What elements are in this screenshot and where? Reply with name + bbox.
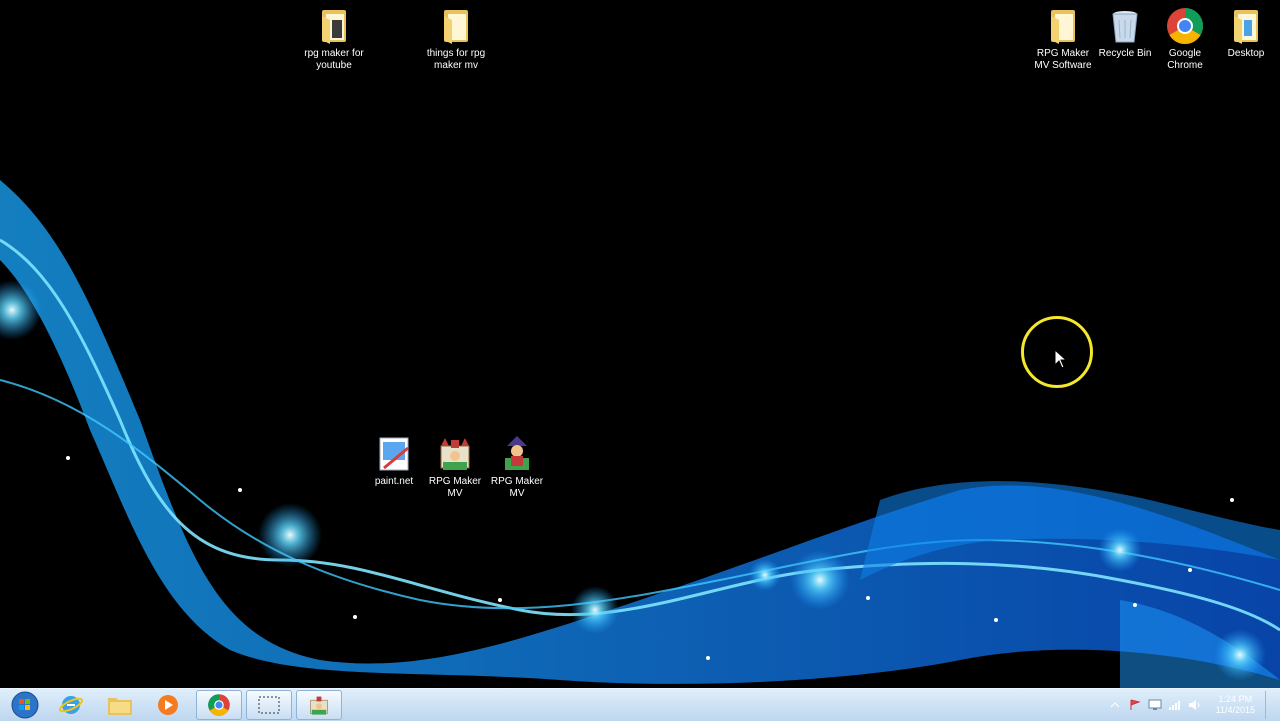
paint-net-icon	[379, 437, 409, 471]
action-center-flag-icon[interactable]	[1128, 699, 1142, 711]
clock-date: 11/4/2015	[1215, 705, 1255, 715]
desktop-icon-things-for-rpg-maker-mv[interactable]: things for rpg maker mv	[424, 6, 488, 72]
network-signal-icon[interactable]	[1168, 699, 1182, 711]
taskbar-rpg-maker-mv[interactable]	[296, 690, 342, 720]
chrome-icon	[208, 694, 230, 716]
folder-icon	[1234, 10, 1258, 44]
taskbar-snipping-tool[interactable]	[246, 690, 292, 720]
desktop-icon-label: RPG Maker MV Software	[1034, 48, 1092, 71]
desktop-icon-label: RPG Maker MV	[428, 476, 482, 499]
clock-time: 1:24 PM	[1218, 694, 1253, 704]
start-button[interactable]	[2, 690, 48, 720]
rpg-maker-mv-icon	[440, 438, 470, 470]
taskbar-internet-explorer[interactable]	[48, 690, 94, 720]
taskbar: 1:24 PM 11/4/2015	[0, 688, 1280, 721]
recycle-bin-icon	[1112, 11, 1138, 43]
mouse-pointer-icon	[1054, 349, 1068, 369]
taskbar-google-chrome[interactable]	[196, 690, 242, 720]
system-tray: 1:24 PM 11/4/2015	[1108, 691, 1274, 719]
desktop-icon-recycle-bin[interactable]: Recycle Bin	[1093, 6, 1157, 60]
desktop-icon-rpg-maker-mv-software[interactable]: RPG Maker MV Software	[1031, 6, 1095, 72]
desktop-icon-label: things for rpg maker mv	[426, 48, 486, 71]
volume-icon[interactable]	[1188, 699, 1202, 711]
clock[interactable]: 1:24 PM 11/4/2015	[1216, 694, 1255, 716]
media-player-icon	[158, 695, 178, 715]
rpg-maker-mv-icon	[310, 696, 328, 715]
desktop-icon-paint-net[interactable]: paint.net	[362, 434, 426, 488]
desktop-icon-label: rpg maker for youtube	[304, 48, 364, 71]
taskbar-media-player[interactable]	[145, 690, 191, 720]
desktop-icon-label: Recycle Bin	[1098, 48, 1152, 59]
desktop-icon-rpg-maker-mv-2[interactable]: RPG Maker MV	[485, 434, 549, 500]
desktop-icon-rpg-maker-for-youtube[interactable]: rpg maker for youtube	[302, 6, 366, 72]
desktop-icon-desktop[interactable]: Desktop	[1214, 6, 1278, 60]
folder-icon	[322, 10, 346, 44]
desktop-icon-label: paint.net	[374, 476, 414, 487]
folder-icon	[1051, 10, 1075, 44]
desktop-icon-label: Google Chrome	[1167, 48, 1203, 71]
snipping-tool-icon	[258, 696, 280, 714]
internet-explorer-icon	[59, 696, 83, 714]
show-hidden-icons-icon[interactable]	[1108, 699, 1122, 711]
desktop-icon-label: RPG Maker MV	[490, 476, 544, 499]
show-desktop-button[interactable]	[1265, 691, 1274, 719]
taskbar-file-explorer[interactable]	[97, 690, 143, 720]
monitor-icon[interactable]	[1148, 699, 1162, 711]
desktop-icon-google-chrome[interactable]: Google Chrome	[1153, 6, 1217, 72]
folder-icon	[444, 10, 468, 44]
desktop-icon-label: Desktop	[1227, 48, 1265, 59]
windows-orb-icon	[11, 691, 39, 719]
chrome-icon	[1167, 7, 1203, 45]
folder-icon	[108, 698, 132, 715]
rpg-maker-mv-icon	[505, 436, 529, 470]
desktop-icon-rpg-maker-mv[interactable]: RPG Maker MV	[423, 434, 487, 500]
